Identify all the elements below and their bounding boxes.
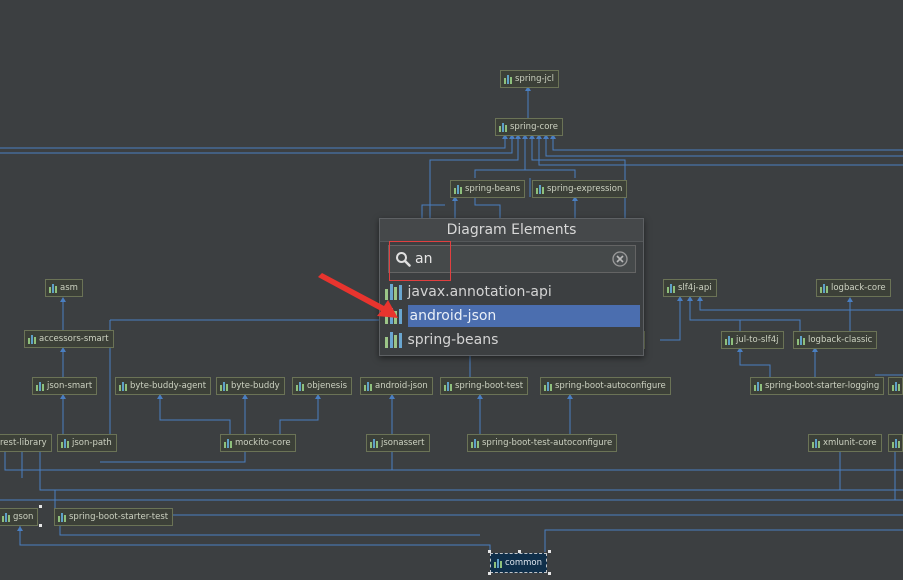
module-icon [820, 283, 828, 293]
node-jsonassert[interactable]: jsonassert [366, 434, 430, 452]
module-icon [36, 381, 44, 391]
node-partial-right-2[interactable] [888, 434, 903, 452]
selection-handle[interactable] [39, 505, 42, 508]
node-byte-buddy-agent[interactable]: byte-buddy-agent [115, 377, 212, 395]
node-json-path[interactable]: json-path [57, 434, 117, 452]
module-icon [754, 381, 762, 391]
module-icon [812, 438, 820, 448]
module-icon [504, 74, 512, 84]
selection-handle[interactable] [548, 550, 551, 553]
module-icon [385, 332, 402, 348]
result-item-label: spring-beans [407, 332, 499, 348]
module-icon [370, 438, 378, 448]
node-spring-expression[interactable]: spring-expression [532, 180, 628, 198]
node-partial-right[interactable] [888, 377, 903, 395]
module-icon [797, 335, 805, 345]
module-icon [364, 381, 372, 391]
result-item[interactable]: javax.annotation-api [382, 281, 640, 303]
node-jul-to-slf4j[interactable]: jul-to-slf4j [721, 331, 784, 349]
module-icon [119, 381, 127, 391]
module-icon [892, 381, 900, 391]
module-icon [454, 184, 462, 194]
selection-handle[interactable] [548, 572, 551, 575]
module-icon [892, 438, 900, 448]
node-asm[interactable]: asm [45, 279, 83, 297]
node-spring-boot-starter-test[interactable]: spring-boot-starter-test [54, 508, 174, 526]
node-slf4j-api[interactable]: slf4j-api [663, 279, 717, 297]
module-icon [2, 512, 10, 522]
result-item-label: javax.annotation-api [407, 284, 552, 300]
node-byte-buddy[interactable]: byte-buddy [216, 377, 285, 395]
node-common[interactable]: common [490, 553, 548, 573]
module-icon [471, 438, 479, 448]
selection-handle[interactable] [488, 550, 491, 553]
node-spring-boot-test-autoconfigure[interactable]: spring-boot-test-autoconfigure [467, 434, 618, 452]
node-spring-jcl[interactable]: spring-jcl [500, 70, 559, 88]
node-gson[interactable]: gson [0, 508, 39, 526]
selection-handle[interactable] [39, 524, 42, 527]
selection-handle[interactable] [488, 572, 491, 575]
node-hamcrest-library[interactable]: rest-library [0, 434, 52, 452]
module-icon [224, 438, 232, 448]
selection-handle[interactable] [518, 550, 521, 553]
module-icon [725, 335, 733, 345]
module-icon [494, 558, 502, 568]
module-icon [296, 381, 304, 391]
search-icon [396, 252, 411, 267]
node-spring-boot-autoconfigure[interactable]: spring-boot-autoconfigure [540, 377, 671, 395]
node-json-smart[interactable]: json-smart [32, 377, 98, 395]
node-accessors-smart[interactable]: accessors-smart [24, 330, 114, 348]
module-icon [385, 308, 402, 324]
clear-search-icon[interactable] [612, 251, 628, 267]
module-icon [49, 283, 57, 293]
node-mockito-core[interactable]: mockito-core [220, 434, 296, 452]
node-logback-classic[interactable]: logback-classic [793, 331, 878, 349]
node-android-json[interactable]: android-json [360, 377, 433, 395]
search-input[interactable] [415, 251, 595, 267]
module-icon [220, 381, 228, 391]
node-spring-core[interactable]: spring-core [495, 118, 563, 136]
node-objenesis[interactable]: objenesis [292, 377, 353, 395]
node-spring-beans[interactable]: spring-beans [450, 180, 526, 198]
module-icon [499, 122, 507, 132]
module-icon [536, 184, 544, 194]
result-item-label: android-json [407, 305, 640, 327]
diagram-elements-popup[interactable]: Diagram Elements javax.annotation-api an… [379, 218, 644, 356]
node-logback-core[interactable]: logback-core [816, 279, 891, 297]
module-icon [28, 334, 36, 344]
result-item[interactable]: spring-beans [382, 329, 640, 351]
node-xmlunit-core[interactable]: xmlunit-core [808, 434, 882, 452]
result-item-selected[interactable]: android-json [382, 305, 640, 327]
module-icon [444, 381, 452, 391]
module-icon [667, 283, 675, 293]
search-box[interactable] [388, 245, 636, 273]
module-icon [385, 284, 402, 300]
node-spring-boot-starter-logging[interactable]: spring-boot-starter-logging [750, 377, 885, 395]
module-icon [61, 438, 69, 448]
module-icon [58, 512, 66, 522]
module-icon [544, 381, 552, 391]
node-spring-boot-test[interactable]: spring-boot-test [440, 377, 529, 395]
popup-title: Diagram Elements [380, 219, 643, 242]
